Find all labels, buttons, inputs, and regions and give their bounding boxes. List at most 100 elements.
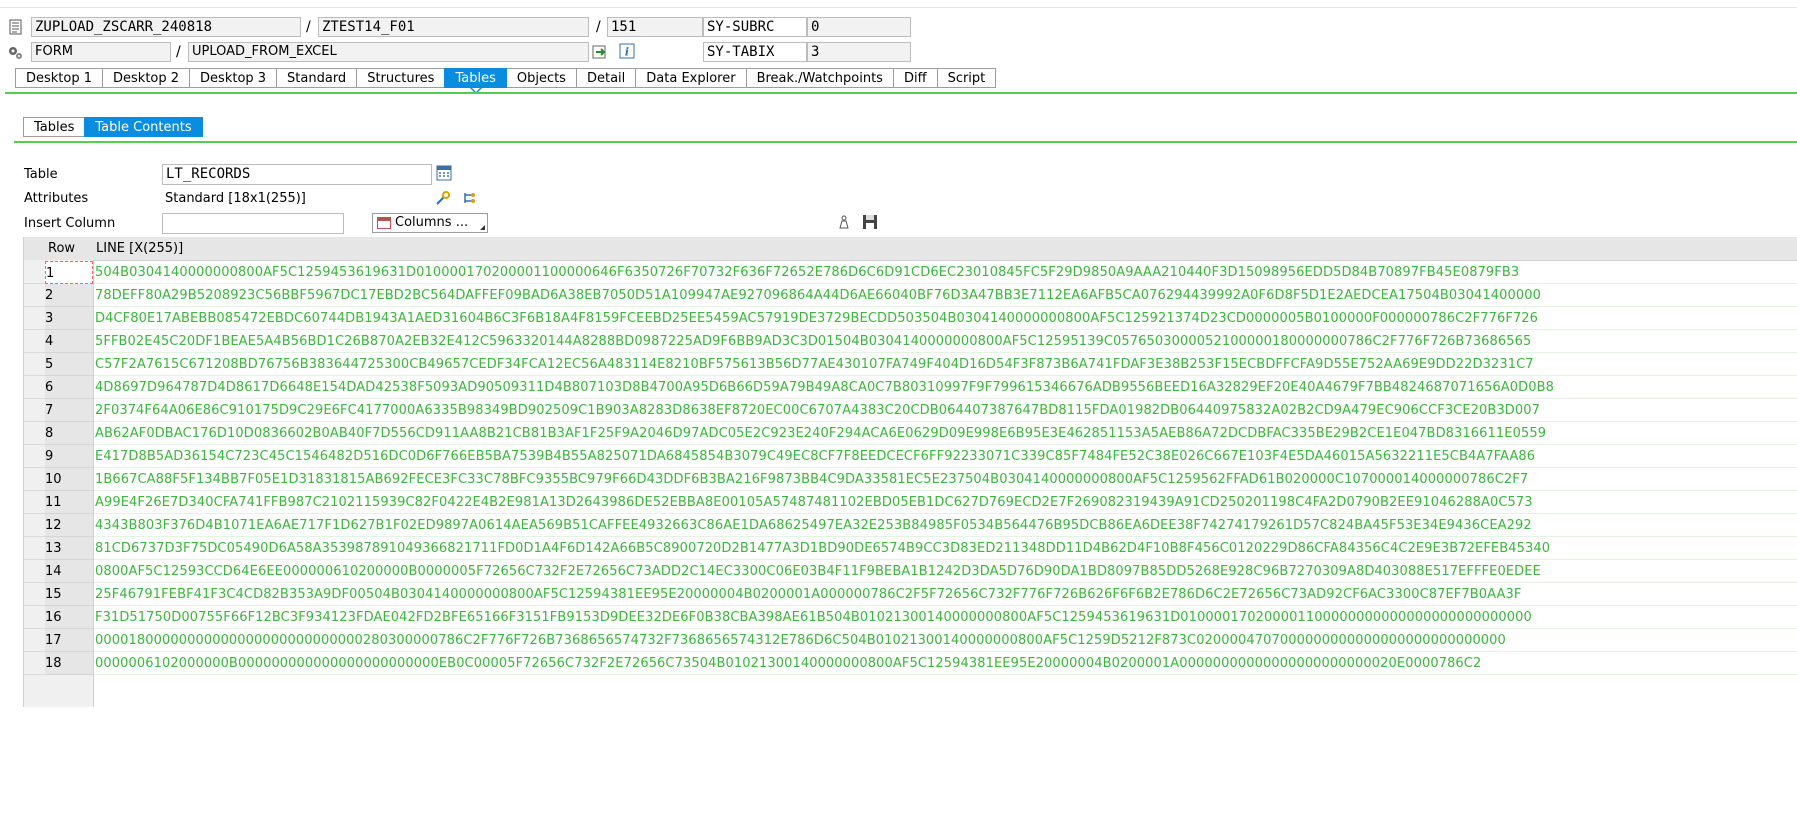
weight-icon[interactable] [836,214,852,230]
line-cell[interactable]: 81CD6737D3F75DC05490D6A58A35398789104936… [94,537,1797,560]
line-number-field: 151 [607,17,703,37]
line-cell[interactable]: 0000180000000000000000000000000028030000… [94,629,1797,652]
table-row[interactable]: 12 4343B803F376D4B1071EA6AE717F1D627B1F02… [24,514,1797,537]
include-name-field: ZTEST14_F01 [318,17,589,37]
row-selector[interactable] [24,353,45,376]
separator: / [176,44,181,60]
line-cell[interactable]: 2F0374F64A06E86C910175D9C29E6FC4177000A6… [94,399,1797,422]
subtab-tables[interactable]: Tables [23,117,86,137]
tab-diff[interactable]: Diff [892,68,938,88]
table-row[interactable]: 2 78DEFF80A29B5208923C56BBF5967DC17EBD2BC… [24,284,1797,307]
row-selector[interactable] [24,652,45,675]
line-cell[interactable]: 4343B803F376D4B1071EA6AE717F1D627B1F02ED… [94,514,1797,537]
row-selector[interactable] [24,491,45,514]
line-cell[interactable]: E417D8B5AD36154C723C45C1546482D516DC0D6F… [94,445,1797,468]
tab-script[interactable]: Script [936,68,997,88]
line-cell[interactable]: 4D8697D964787D4D8617D6648E154DAD42538F50… [94,376,1797,399]
row-column-header[interactable]: Row [48,237,75,260]
line-cell[interactable]: 0000006102000000B00000000000000000000000… [94,652,1797,675]
line-cell[interactable]: 0800AF5C12593CCD64E6EE000000610200000B00… [94,560,1797,583]
navigate-icon[interactable] [592,44,608,60]
line-cell[interactable]: D4CF80E17ABEBB085472EBDC60744DB1943A1AED… [94,307,1797,330]
line-cell[interactable]: F31D51750D00755F66F12BC3F934123FDAE042FD… [94,606,1797,629]
line-cell[interactable]: AB62AF0DBAC176D10D0836602B0AB40F7D556CD9… [94,422,1797,445]
tab-desktop-2[interactable]: Desktop 2 [102,68,191,88]
line-cell[interactable]: 1B667CA88F5F134BB7F05E1D31831815AB692FEC… [94,468,1797,491]
row-selector[interactable] [24,606,45,629]
row-selector[interactable] [24,261,45,284]
tab-objects[interactable]: Objects [505,68,577,88]
row-selector[interactable] [24,422,45,445]
line-column-header[interactable]: LINE [X(255)] [96,237,183,260]
table-row[interactable]: 8 AB62AF0DBAC176D10D0836602B0AB40F7D556CD… [24,422,1797,445]
table-row[interactable]: 1 504B0304140000000800AF5C1259453619631D0… [24,261,1797,284]
row-selector[interactable] [24,445,45,468]
table-label: Table [24,167,58,182]
table-row[interactable]: 11 A99E4F26E7D340CFA741FFB987C2102115939C… [24,491,1797,514]
line-cell[interactable]: 78DEFF80A29B5208923C56BBF5967DC17EBD2BC5… [94,284,1797,307]
table-row[interactable]: 13 81CD6737D3F75DC05490D6A58A353987891049… [24,537,1797,560]
insert-column-label: Insert Column [24,216,116,231]
columns-dropdown-button[interactable]: Columns ... [372,213,488,233]
line-cell[interactable]: C57F2A7615C671208BD76756B383644725300CB4… [94,353,1797,376]
row-selector[interactable] [24,284,45,307]
table-row[interactable]: 5 C57F2A7615C671208BD76756B383644725300CB… [24,353,1797,376]
table-row[interactable]: 17 00001800000000000000000000000000280300… [24,629,1797,652]
row-number-cell: 17 [45,629,93,652]
tab-data-explorer[interactable]: Data Explorer [635,68,747,88]
table-row[interactable]: 9 E417D8B5AD36154C723C45C1546482D516DC0D6… [24,445,1797,468]
tab-detail[interactable]: Detail [575,68,637,88]
table-row[interactable]: 3 D4CF80E17ABEBB085472EBDC60744DB1943A1AE… [24,307,1797,330]
sub-tab-bar: Tables Table Contents [23,117,203,137]
row-selector[interactable] [24,514,45,537]
table-row[interactable]: 6 4D8697D964787D4D8617D6648E154DAD42538F5… [24,376,1797,399]
table-row[interactable]: 18 0000006102000000B000000000000000000000… [24,652,1797,675]
row-selector[interactable] [24,307,45,330]
table-row[interactable]: 14 0800AF5C12593CCD64E6EE000000610200000B… [24,560,1797,583]
line-cell[interactable]: 5FFB02E45C20DF1BEAE5A4B56BD1C26B870A2EB3… [94,330,1797,353]
info-icon[interactable]: i [619,43,635,59]
table-calc-icon[interactable] [436,165,452,181]
row-selector[interactable] [24,560,45,583]
save-icon[interactable] [862,214,878,230]
program-icon [9,19,22,35]
row-number-cell: 5 [45,353,93,376]
subtab-table-contents[interactable]: Table Contents [84,117,203,137]
line-cell[interactable]: 25F46791FEBF41F3C4CD82B353A9DF00504B0304… [94,583,1797,606]
tab-tables[interactable]: Tables [444,68,507,94]
row-selector[interactable] [24,468,45,491]
row-number-cell: 7 [45,399,93,422]
line-cell[interactable]: 504B0304140000000800AF5C1259453619631D01… [94,261,1797,284]
table-row[interactable]: 15 25F46791FEBF41F3C4CD82B353A9DF00504B03… [24,583,1797,606]
row-selector[interactable] [24,537,45,560]
tab-desktop-1[interactable]: Desktop 1 [15,68,104,88]
row-number-cell: 13 [45,537,93,560]
event-type-field: FORM [31,42,171,62]
row-selector[interactable] [24,330,45,353]
info-icon-glyph: i [625,46,629,59]
tab-break-watchpoints[interactable]: Break./Watchpoints [745,68,894,88]
sys-field-2-value: 3 [807,42,911,62]
insert-column-input[interactable] [162,213,344,234]
columns-button-label: Columns ... [395,215,469,230]
key-icon[interactable] [435,190,451,206]
line-cell[interactable]: A99E4F26E7D340CFA741FFB987C2102115939C82… [94,491,1797,514]
separator: / [306,19,311,35]
table-name-input[interactable]: LT_RECORDS [162,164,432,185]
row-number-cell: 14 [45,560,93,583]
table-row[interactable]: 10 1B667CA88F5F134BB7F05E1D31831815AB692F… [24,468,1797,491]
hierarchy-icon[interactable] [461,190,477,206]
row-selector[interactable] [24,376,45,399]
tab-structures[interactable]: Structures [356,68,446,88]
program-name-field: ZUPLOAD_ZSCARR_240818 [31,17,301,37]
row-selector[interactable] [24,399,45,422]
table-row[interactable]: 4 5FFB02E45C20DF1BEAE5A4B56BD1C26B870A2EB… [24,330,1797,353]
row-number-cell: 15 [45,583,93,606]
row-number-cell: 9 [45,445,93,468]
tab-standard[interactable]: Standard [276,68,358,88]
table-row[interactable]: 7 2F0374F64A06E86C910175D9C29E6FC4177000A… [24,399,1797,422]
row-selector[interactable] [24,583,45,606]
tab-desktop-3[interactable]: Desktop 3 [189,68,278,88]
row-selector[interactable] [24,629,45,652]
table-row[interactable]: 16 F31D51750D00755F66F12BC3F934123FDAE042… [24,606,1797,629]
